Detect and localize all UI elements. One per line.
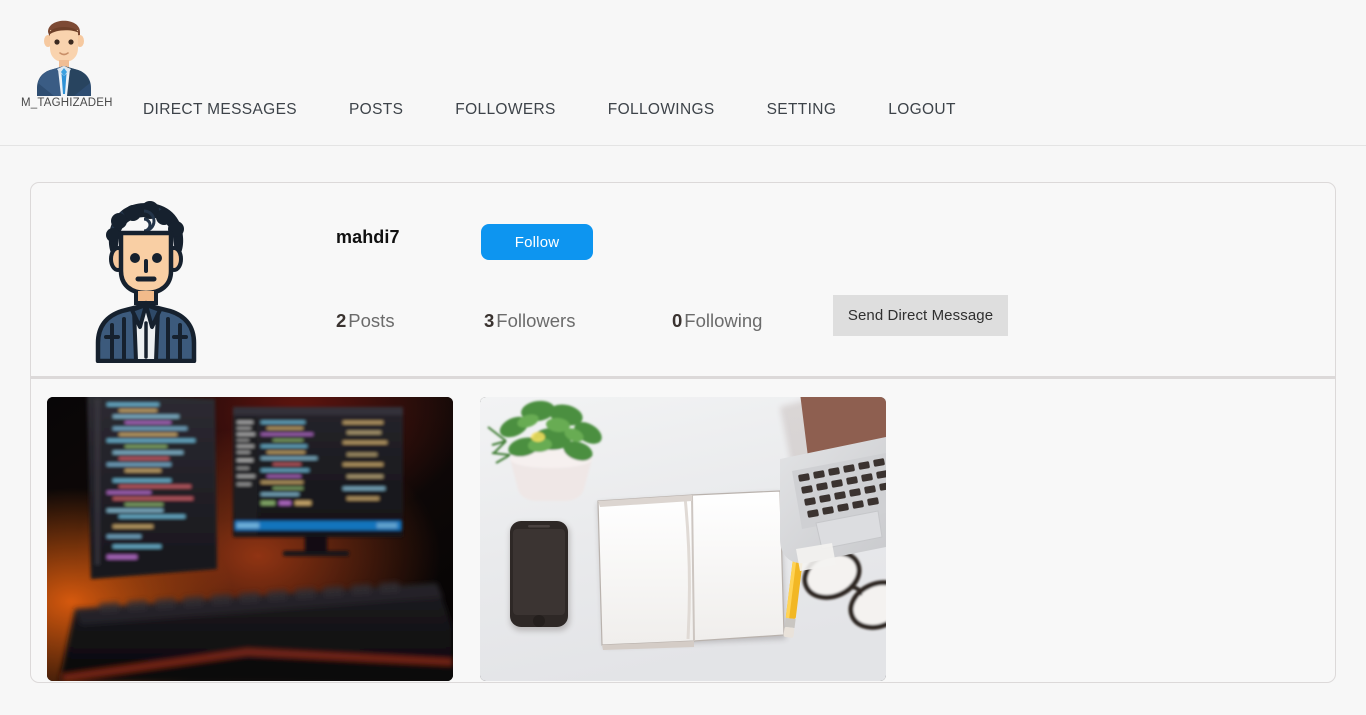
follow-button[interactable]: Follow xyxy=(481,224,593,260)
stat-followers-count: 3 xyxy=(484,310,495,331)
site-header: M_TAGHIZADEH DIRECT MESSAGES POSTS FOLLO… xyxy=(0,0,1366,146)
brand-username: M_TAGHIZADEH xyxy=(21,97,113,109)
brand-block[interactable]: M_TAGHIZADEH xyxy=(21,8,113,109)
profile-username: mahdi7 xyxy=(336,227,400,247)
stat-following-count: 0 xyxy=(672,310,683,331)
profile-card: mahdi7 Follow 2 Posts 3 Followers 0 Followi… xyxy=(30,182,1336,683)
stat-followers[interactable]: 3 Followers xyxy=(484,309,575,333)
stat-following-label: Following xyxy=(684,310,763,331)
post-thumbnail-2[interactable] xyxy=(480,397,886,681)
stat-posts-label: Posts xyxy=(348,310,395,331)
nav-logout[interactable]: LOGOUT xyxy=(888,99,956,121)
nav-followings[interactable]: FOLLOWINGS xyxy=(608,99,715,121)
post-image-desk-flatlay xyxy=(480,397,886,681)
user-avatar-suit-icon xyxy=(37,20,91,96)
post-thumbnail-1[interactable] xyxy=(47,397,453,681)
nav-posts[interactable]: POSTS xyxy=(349,99,403,121)
stat-following[interactable]: 0 Following xyxy=(672,309,762,333)
profile-header-section: mahdi7 Follow 2 Posts 3 Followers 0 Followi… xyxy=(31,183,1335,379)
stat-posts: 2 Posts xyxy=(336,309,395,333)
main-nav: DIRECT MESSAGES POSTS FOLLOWERS FOLLOWIN… xyxy=(143,99,956,121)
posts-grid xyxy=(47,397,886,681)
stat-followers-label: Followers xyxy=(496,310,576,331)
nav-setting[interactable]: SETTING xyxy=(767,99,837,121)
nav-followers[interactable]: FOLLOWERS xyxy=(455,99,555,121)
nav-direct-messages[interactable]: DIRECT MESSAGES xyxy=(143,99,297,121)
profile-stats: 2 Posts 3 Followers 0 Following Send Direct… xyxy=(31,295,1335,369)
stat-posts-count: 2 xyxy=(336,310,347,331)
send-direct-message-button[interactable]: Send Direct Message xyxy=(833,295,1008,336)
post-image-code-workspace xyxy=(47,397,453,681)
